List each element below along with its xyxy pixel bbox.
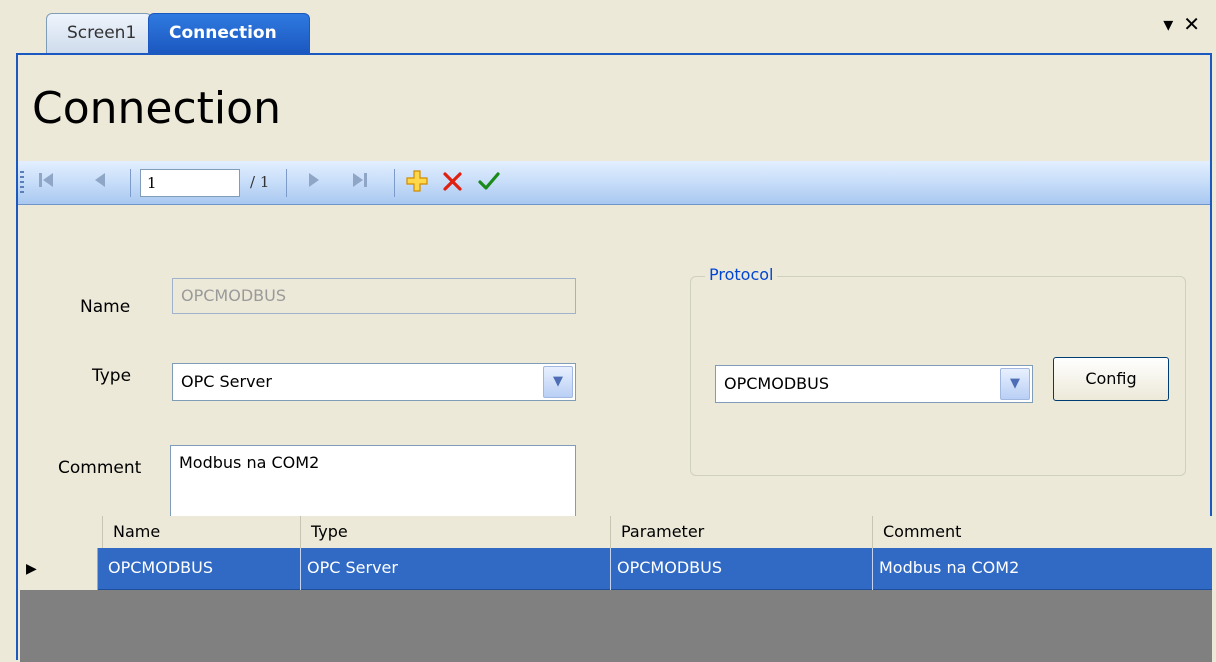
document-frame: Connection 1 / 1 Name OPCMODBUS Type OPC… — [16, 53, 1212, 662]
protocol-select[interactable]: OPCMODBUS ▼ — [715, 365, 1033, 403]
cell-type[interactable]: OPC Server — [300, 548, 610, 590]
last-record-icon[interactable] — [346, 169, 374, 195]
protocol-group: Protocol OPCMODBUS ▼ Config — [690, 265, 1186, 476]
grid-header: Name Type Parameter Comment — [20, 516, 1212, 549]
cell-name[interactable]: OPCMODBUS — [102, 548, 300, 590]
chevron-down-icon[interactable]: ▼ — [543, 366, 573, 398]
save-check-icon[interactable] — [474, 169, 504, 195]
column-header-parameter[interactable]: Parameter — [610, 516, 872, 548]
prev-record-icon[interactable] — [86, 169, 114, 195]
table-row[interactable]: ▶ OPCMODBUS OPC Server OPCMODBUS Modbus … — [20, 548, 1212, 590]
toolbar-separator — [286, 169, 287, 197]
toolbar-separator — [394, 169, 395, 197]
next-record-icon[interactable] — [300, 169, 328, 195]
config-button[interactable]: Config — [1053, 357, 1169, 401]
chevron-down-icon[interactable]: ▼ — [1000, 368, 1030, 400]
record-count-label: / 1 — [250, 173, 270, 191]
add-icon[interactable] — [402, 169, 432, 195]
close-icon[interactable]: ✕ — [1183, 12, 1210, 36]
record-position-input[interactable]: 1 — [140, 169, 240, 197]
window-controls: ▾✕ — [1163, 12, 1210, 36]
document-tab-strip: Screen1 Connection ▾✕ — [0, 0, 1216, 56]
dropdown-menu-icon[interactable]: ▾ — [1163, 12, 1183, 36]
record-navigator-toolbar: 1 / 1 — [18, 161, 1210, 205]
cell-comment[interactable]: Modbus na COM2 — [872, 548, 1212, 590]
name-label: Name — [80, 297, 131, 317]
form-header: Connection — [18, 55, 1210, 162]
delete-icon[interactable] — [438, 169, 468, 195]
column-header-comment[interactable]: Comment — [872, 516, 1212, 548]
column-header-name[interactable]: Name — [102, 516, 300, 548]
toolbar-grip[interactable] — [20, 171, 24, 195]
type-select[interactable]: OPC Server ▼ — [172, 363, 576, 401]
tab-screen1[interactable]: Screen1 — [46, 13, 152, 53]
type-label: Type — [92, 366, 132, 386]
name-field: OPCMODBUS — [172, 278, 576, 314]
comment-label: Comment — [58, 458, 142, 478]
first-record-icon[interactable] — [32, 169, 60, 195]
protocol-group-title: Protocol — [705, 265, 778, 284]
type-select-value: OPC Server — [181, 372, 272, 391]
column-header-type[interactable]: Type — [300, 516, 610, 548]
protocol-select-value: OPCMODBUS — [724, 374, 829, 393]
cell-parameter[interactable]: OPCMODBUS — [610, 548, 872, 590]
tab-connection[interactable]: Connection — [148, 13, 310, 53]
connections-grid: Name Type Parameter Comment ▶ OPCMODBUS … — [20, 516, 1212, 662]
toolbar-separator — [130, 169, 131, 197]
grid-corner — [20, 516, 102, 548]
page-title: Connection — [32, 83, 281, 134]
row-selector-icon[interactable]: ▶ — [20, 548, 98, 590]
